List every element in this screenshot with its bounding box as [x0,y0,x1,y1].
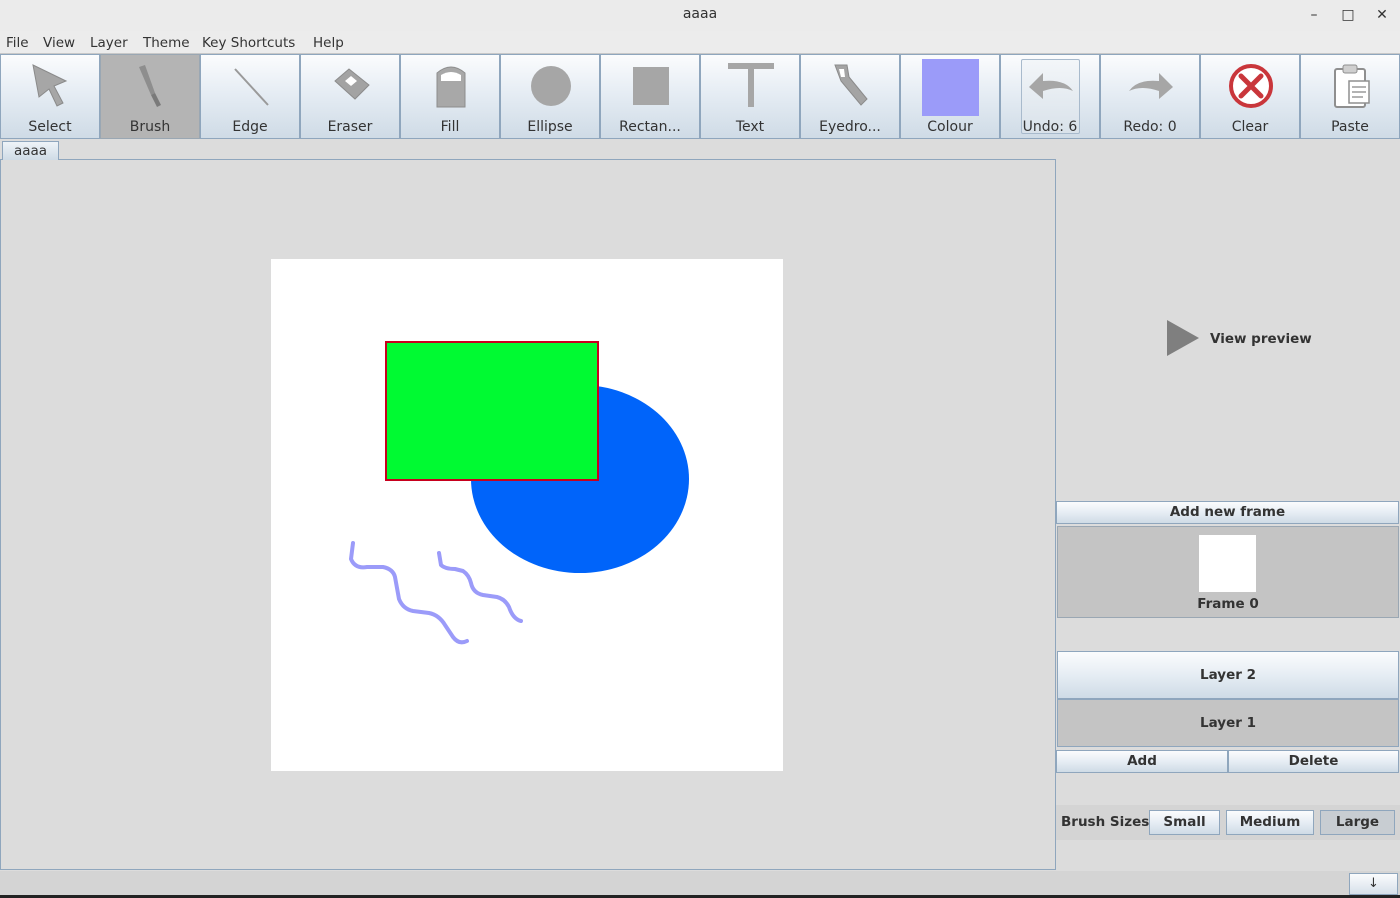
maximize-button[interactable]: □ [1336,4,1360,26]
menu-key-shortcuts[interactable]: Key Shortcuts [202,35,295,51]
brush-stroke [349,541,469,645]
clear-button[interactable]: Clear [1200,54,1300,139]
paint-bucket-icon [436,66,466,108]
eyedropper-tool-button[interactable]: Eyedro... [800,54,900,139]
eyedropper-label: Eyedro... [819,119,881,135]
select-tool-button[interactable]: Select [0,54,100,139]
rectangle-icon [633,67,669,105]
fill-tool-button[interactable]: Fill [400,54,500,139]
text-icon [728,63,774,107]
edge-tool-button[interactable]: Edge [200,54,300,139]
redo-label: Redo: 0 [1123,119,1177,135]
toolbar: Select Brush Edge Eraser Fill Ellipse Re… [0,54,1400,139]
brush-icon [139,65,161,107]
brush-sizes-label: Brush Sizes [1061,814,1150,830]
text-tool-button[interactable]: Text [700,54,800,139]
frame-label: Frame 0 [1197,596,1259,612]
colour-swatch [922,59,979,116]
undo-button[interactable]: Undo: 6 [1000,54,1100,139]
clear-x-icon [1229,64,1273,108]
play-icon [1167,320,1199,356]
ellipse-label: Ellipse [527,119,573,135]
undo-arrow-icon [1029,73,1073,99]
title-bar: aaaa – □ ✕ [0,0,1400,31]
add-layer-button[interactable]: Add [1056,750,1228,773]
clipboard-icon [1334,64,1370,108]
text-label: Text [735,119,765,135]
colour-button[interactable]: Colour [900,54,1000,139]
drawing-canvas[interactable] [271,259,783,771]
fill-label: Fill [440,119,460,135]
frame-list: Frame 0 [1057,526,1399,618]
scroll-down-button[interactable]: ↓ [1349,873,1398,895]
frame-thumbnail [1199,535,1256,592]
view-preview-label: View preview [1210,331,1312,347]
add-new-frame-button[interactable]: Add new frame [1056,501,1399,524]
close-button[interactable]: ✕ [1370,4,1394,26]
window-title: aaaa [682,6,718,22]
menu-file[interactable]: File [6,35,29,51]
redo-arrow-icon [1129,73,1173,99]
green-rectangle [385,341,599,481]
undo-label: Undo: 6 [1022,119,1078,135]
paste-label: Paste [1331,119,1369,135]
menu-layer[interactable]: Layer [90,35,128,51]
brush-size-small-button[interactable]: Small [1149,810,1220,835]
frame-item[interactable]: Frame 0 [1058,527,1398,617]
ellipse-icon [531,66,571,106]
redo-button[interactable]: Redo: 0 [1100,54,1200,139]
brush-size-large-button[interactable]: Large [1320,810,1395,835]
rectangle-tool-button[interactable]: Rectan... [600,54,700,139]
layer-item-1[interactable]: Layer 1 [1057,699,1399,747]
menu-help[interactable]: Help [313,35,344,51]
line-icon [234,68,269,106]
eraser-icon [334,68,370,100]
brush-stroke [437,551,523,623]
pointer-icon [32,64,68,107]
minimize-button[interactable]: – [1302,4,1326,26]
menu-view[interactable]: View [43,35,75,51]
brush-tool-button[interactable]: Brush [100,54,200,139]
paste-button[interactable]: Paste [1300,54,1400,139]
view-preview-button[interactable]: View preview [1164,318,1314,358]
edge-label: Edge [232,119,268,135]
tab-aaaa[interactable]: aaaa [2,141,59,160]
brush-sizes-panel: Brush Sizes Small Medium Large [1056,805,1400,840]
status-bar [0,871,1400,898]
ellipse-tool-button[interactable]: Ellipse [500,54,600,139]
clear-label: Clear [1231,119,1269,135]
eyedropper-icon [834,64,868,106]
eraser-tool-button[interactable]: Eraser [300,54,400,139]
rectangle-label: Rectan... [619,119,681,135]
delete-layer-button[interactable]: Delete [1228,750,1399,773]
menu-theme[interactable]: Theme [143,35,190,51]
menu-bar: File View Layer Theme Key Shortcuts Help [0,31,1400,54]
eraser-label: Eraser [327,119,373,135]
colour-label: Colour [927,119,973,135]
brush-label: Brush [129,119,171,135]
brush-size-medium-button[interactable]: Medium [1226,810,1314,835]
layer-item-2[interactable]: Layer 2 [1057,651,1399,699]
canvas-drawing [349,341,689,645]
select-label: Select [28,119,72,135]
